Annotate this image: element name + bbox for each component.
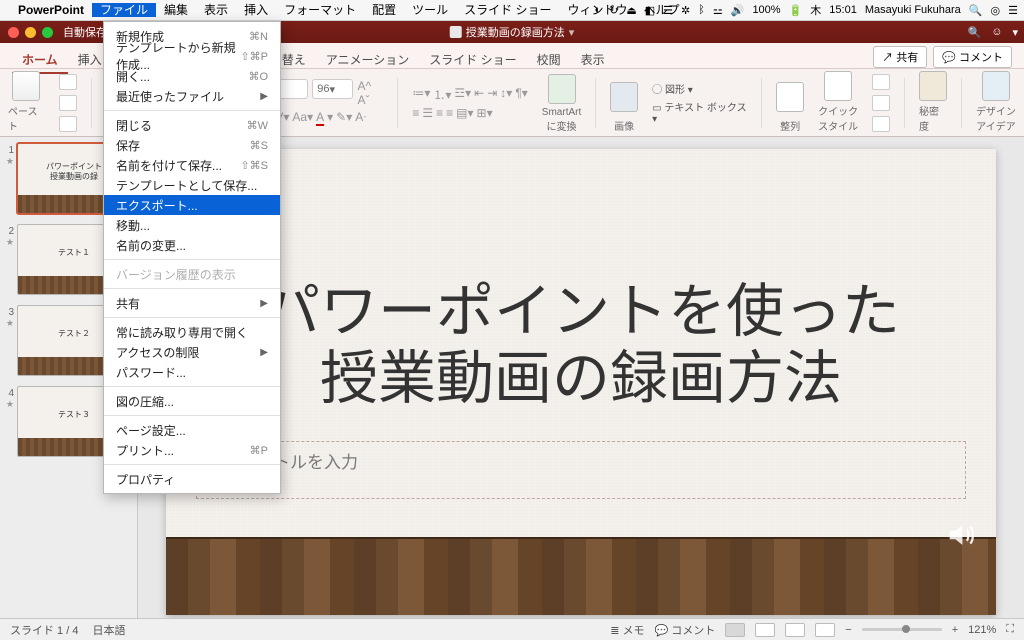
close-window[interactable] xyxy=(8,27,19,38)
clock-time: 15:01 xyxy=(829,4,857,16)
status-icon[interactable]: ↻ xyxy=(609,4,618,17)
notification-icon[interactable]: ☰ xyxy=(1008,4,1018,17)
mac-menu-フォーマット[interactable]: フォーマット xyxy=(276,3,364,17)
file-menu-item[interactable]: プリント...⌘P xyxy=(104,440,280,460)
file-menu-item[interactable]: テンプレートから新規作成...⇧⌘P xyxy=(104,46,280,66)
file-menu-item[interactable]: 共有▶ xyxy=(104,293,280,313)
autosave-label: 自動保存 xyxy=(63,24,107,40)
file-menu-item[interactable]: 常に読み取り専用で開く xyxy=(104,322,280,342)
clock-day: 木 xyxy=(810,2,821,18)
file-menu-item[interactable]: ページ設定... xyxy=(104,420,280,440)
mac-menu-bar: PowerPoint ファイル編集表示挿入フォーマット配置ツールスライド ショー… xyxy=(0,0,1024,21)
wifi-icon[interactable]: ⚍ xyxy=(713,4,723,17)
status-icon[interactable]: ◐ xyxy=(594,4,601,16)
fit-button[interactable]: ⛶ xyxy=(1006,623,1014,636)
volume-icon[interactable]: 🔊 xyxy=(731,4,745,17)
ribbon-tab-スライド ショー[interactable]: スライド ショー xyxy=(419,49,526,72)
doc-icon xyxy=(450,26,462,38)
audio-icon[interactable] xyxy=(944,518,978,557)
slide-title[interactable]: パワーポイントを使った 授業動画の録画方法 xyxy=(196,279,966,412)
arrange-button[interactable]: 整列 xyxy=(776,73,804,133)
account-icon[interactable]: ☺ xyxy=(991,26,1002,38)
mac-menu-ツール[interactable]: ツール xyxy=(404,3,456,17)
mac-menu-ファイル[interactable]: ファイル xyxy=(92,3,156,17)
ribbon-tab-校閲[interactable]: 校閲 xyxy=(527,49,571,72)
quickstyle-button[interactable]: クイック スタイル xyxy=(818,73,858,133)
file-menu-item[interactable]: パスワード... xyxy=(104,362,280,382)
minimize-window[interactable] xyxy=(25,27,36,38)
status-bar: スライド 1 / 4 日本語 ≣ メモ 💬 コメント −+ 121% ⛶ xyxy=(0,618,1024,640)
zoom-slider[interactable] xyxy=(862,628,942,631)
sensitivity-button[interactable]: 秘密度 xyxy=(919,73,947,133)
user-name[interactable]: Masayuki Fukuhara xyxy=(865,4,961,16)
spotlight-icon[interactable]: 🔍 xyxy=(969,4,983,17)
status-icon[interactable]: ◧ xyxy=(645,4,655,17)
file-menu-item[interactable]: プロパティ xyxy=(104,469,280,489)
copy-icon[interactable] xyxy=(59,95,77,111)
file-menu-item[interactable]: 図の圧縮... xyxy=(104,391,280,411)
align-left[interactable]: ≡ xyxy=(412,106,419,120)
font-color[interactable]: A xyxy=(316,110,324,126)
slide-canvas[interactable]: パワーポイントを使った 授業動画の録画方法 サブタイトルを入力 xyxy=(166,149,996,615)
file-menu-item: バージョン履歴の表示 xyxy=(104,264,280,284)
file-menu-item[interactable]: エクスポート... xyxy=(104,195,280,215)
image-button[interactable]: 画像 xyxy=(610,73,638,133)
notes-button[interactable]: ≣ メモ xyxy=(610,622,644,638)
align-right[interactable]: ≡ xyxy=(436,106,443,120)
textbox-button[interactable]: ▭ テキスト ボックス ▾ xyxy=(652,99,747,125)
view-slideshow[interactable] xyxy=(815,623,835,637)
ribbon-tab-表示[interactable]: 表示 xyxy=(571,49,615,72)
file-menu-item[interactable]: 保存⌘S xyxy=(104,135,280,155)
bluetooth-icon[interactable]: ᛒ xyxy=(698,4,705,16)
document-title[interactable]: 授業動画の録画方法 xyxy=(466,24,565,40)
zoom-window[interactable] xyxy=(42,27,53,38)
search-icon[interactable]: 🔍 xyxy=(968,26,982,39)
bullets-button[interactable]: ≔▾ xyxy=(412,86,430,103)
cut-icon[interactable] xyxy=(59,74,77,90)
battery-pct: 100% xyxy=(752,4,780,16)
format-painter-icon[interactable] xyxy=(59,116,77,132)
comments-button[interactable]: 💬 コメント xyxy=(933,46,1012,68)
file-menu-item[interactable]: 移動... xyxy=(104,215,280,235)
file-menu-item[interactable]: テンプレートとして保存... xyxy=(104,175,280,195)
file-menu-item[interactable]: アクセスの制限▶ xyxy=(104,342,280,362)
status-icon[interactable]: ⏏ xyxy=(626,4,636,17)
file-menu-item[interactable]: 名前の変更... xyxy=(104,235,280,255)
app-menu[interactable]: PowerPoint xyxy=(10,0,92,21)
shapes-button[interactable]: ◯ 図形 ▾ xyxy=(652,81,747,96)
design-ideas-button[interactable]: デザイン アイデア xyxy=(976,73,1016,133)
file-menu-dropdown: 新規作成⌘Nテンプレートから新規作成...⇧⌘P開く...⌘O最近使ったファイル… xyxy=(103,21,281,494)
file-menu-item[interactable]: 閉じる⌘W xyxy=(104,115,280,135)
battery-icon[interactable]: 🔋 xyxy=(789,4,803,17)
numbering-button[interactable]: ⒈▾ xyxy=(433,86,451,103)
mac-menu-編集[interactable]: 編集 xyxy=(156,3,196,17)
smartart-button[interactable]: SmartArt に変換 xyxy=(542,73,581,133)
share-button[interactable]: ↗ 共有 xyxy=(873,46,927,68)
mac-menu-表示[interactable]: 表示 xyxy=(196,3,236,17)
file-menu-item[interactable]: 名前を付けて保存...⇧⌘S xyxy=(104,155,280,175)
view-normal[interactable] xyxy=(725,623,745,637)
language[interactable]: 日本語 xyxy=(92,622,125,638)
comments-button[interactable]: 💬 コメント xyxy=(655,622,716,638)
slide-counter: スライド 1 / 4 xyxy=(10,622,78,638)
subtitle-placeholder[interactable]: サブタイトルを入力 xyxy=(196,441,966,499)
ribbon-tab-アニメーション[interactable]: アニメーション xyxy=(316,49,420,72)
mac-menu-スライド ショー[interactable]: スライド ショー xyxy=(456,3,559,17)
status-icon[interactable]: ✲ xyxy=(681,4,690,17)
file-menu-item[interactable]: 最近使ったファイル▶ xyxy=(104,86,280,106)
align-center[interactable]: ☰ xyxy=(422,106,433,120)
view-sorter[interactable] xyxy=(755,623,775,637)
mac-menu-挿入[interactable]: 挿入 xyxy=(236,3,276,17)
status-icon[interactable]: ☰ xyxy=(663,4,673,17)
zoom-level[interactable]: 121% xyxy=(968,624,996,636)
paste-group[interactable]: ペースト xyxy=(8,73,45,133)
siri-icon[interactable]: ◎ xyxy=(991,4,1001,17)
view-reading[interactable] xyxy=(785,623,805,637)
font-size-select[interactable]: 96 ▾ xyxy=(312,79,353,99)
mac-menu-配置[interactable]: 配置 xyxy=(364,3,404,17)
